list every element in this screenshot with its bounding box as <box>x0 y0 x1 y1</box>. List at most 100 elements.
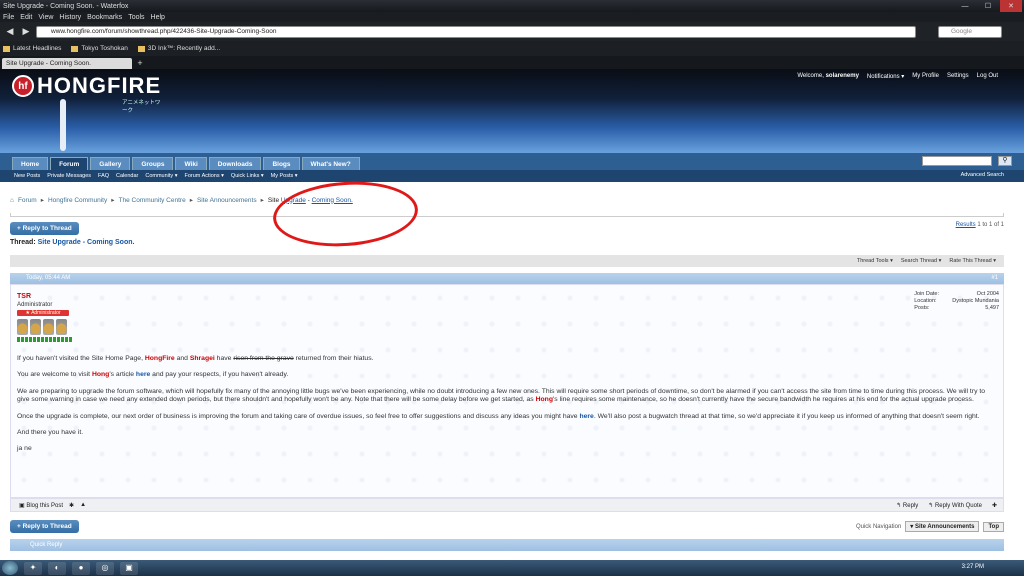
maximize-button[interactable]: ☐ <box>977 0 999 12</box>
suggestions-link[interactable]: here <box>579 413 593 420</box>
post-time: 05:44 AM <box>44 275 71 281</box>
posts-label: Posts: <box>914 305 930 311</box>
tab-whats-new[interactable]: What's New? <box>301 157 360 170</box>
bookmark-latest-headlines[interactable]: Latest Headlines <box>3 45 61 52</box>
tab-blogs[interactable]: Blogs <box>263 157 300 170</box>
menu-edit[interactable]: Edit <box>20 14 32 21</box>
tab-gallery[interactable]: Gallery <box>90 157 131 170</box>
username-link[interactable]: solarenemy <box>826 73 859 79</box>
tab-groups[interactable]: Groups <box>132 157 174 170</box>
subnav-faq[interactable]: FAQ <box>98 173 109 179</box>
breadcrumb-community-centre[interactable]: The Community Centre <box>119 197 186 204</box>
breadcrumb: ⌂ Forum ▸ Hongfire Community ▸ The Communi… <box>10 196 353 205</box>
user-rank-badge: ★ Administrator <box>17 310 69 316</box>
taskbar-app-icon[interactable]: ◎ <box>96 561 114 575</box>
upgrade-link[interactable]: Upgrade <box>281 197 306 204</box>
post-paragraph: If you haven't visited the Site Home Pag… <box>17 355 374 362</box>
breadcrumb-hongfire-community[interactable]: Hongfire Community <box>48 197 107 204</box>
taskbar-app-icon[interactable]: ◐ <box>48 561 66 575</box>
breadcrumb-sep: ▸ <box>260 197 264 204</box>
rate-thread-menu[interactable]: Rate This Thread ▾ <box>949 258 996 264</box>
settings-link[interactable]: Settings <box>947 73 969 80</box>
subnav-calendar[interactable]: Calendar <box>116 173 138 179</box>
tab-home[interactable]: Home <box>12 157 49 170</box>
tab-forum[interactable]: Forum <box>50 157 89 170</box>
search-icon[interactable]: ⚲ <box>998 156 1012 166</box>
quick-nav-select[interactable]: ▾ Site Announcements <box>905 521 980 532</box>
menu-bookmarks[interactable]: Bookmarks <box>87 14 122 21</box>
browser-search-input[interactable]: Google <box>938 25 1002 38</box>
reply-with-quote-button[interactable]: ↰ Reply With Quote <box>928 502 982 509</box>
subnav-new-posts[interactable]: New Posts <box>14 173 40 179</box>
coming-soon-link[interactable]: Coming Soon. <box>312 197 353 204</box>
menu-file[interactable]: File <box>3 14 14 21</box>
taskbar-app-icon[interactable]: ▣ <box>120 561 138 575</box>
taskbar-app-icon[interactable]: ● <box>72 561 90 575</box>
tab-downloads[interactable]: Downloads <box>208 157 262 170</box>
url-bar[interactable]: www.hongfire.com/forum/showthread.php/42… <box>36 25 916 38</box>
user-title: Administrator <box>17 302 53 308</box>
forward-icon[interactable]: ▶ <box>20 26 32 38</box>
home-icon[interactable]: ⌂ <box>10 197 14 204</box>
post-message: If you haven't visited the Site Home Pag… <box>17 355 995 462</box>
subnav-private-messages[interactable]: Private Messages <box>47 173 91 179</box>
reply-to-thread-button[interactable]: + Reply to Thread <box>10 222 79 235</box>
tab-wiki[interactable]: Wiki <box>175 157 207 170</box>
site-logo[interactable]: hf HONGFIRE アニメネットワーク <box>12 73 161 114</box>
blog-this-post-button[interactable]: ▣ Blog this Post <box>19 502 63 509</box>
new-tab-button[interactable]: + <box>134 58 146 69</box>
menu-help[interactable]: Help <box>151 14 165 21</box>
post-number-link[interactable]: #1 <box>991 273 998 284</box>
user-medals <box>17 319 67 335</box>
post-footer: ▣ Blog this Post ✱ ▲ ↰ Reply ↰ Reply Wit… <box>10 498 1004 512</box>
results-link[interactable]: Results <box>956 222 976 228</box>
breadcrumb-sep: ▸ <box>111 197 115 204</box>
thread-title-link[interactable]: Site Upgrade - Coming Soon. <box>38 239 135 246</box>
quick-reply-header[interactable]: Quick Reply <box>10 539 1004 551</box>
subnav-quick-links[interactable]: Quick Links ▾ <box>231 173 264 179</box>
close-button[interactable]: ✕ <box>1000 0 1022 12</box>
multi-quote-icon[interactable]: ✚ <box>992 502 997 509</box>
menu-view[interactable]: View <box>38 14 53 21</box>
breadcrumb-forum[interactable]: Forum <box>18 197 37 204</box>
sub-nav: New Posts Private Messages FAQ Calendar … <box>0 170 1024 182</box>
top-button[interactable]: Top <box>983 521 1004 532</box>
taskbar-clock: 3:27 PM <box>961 564 984 570</box>
location-label: Location: <box>914 298 937 304</box>
notifications-link[interactable]: Notifications ▾ <box>867 73 904 80</box>
site-header: hf HONGFIRE アニメネットワーク Welcome, solarenem… <box>0 69 1024 153</box>
breadcrumb-current: Site Upgrade - Coming Soon. <box>267 196 353 204</box>
minimize-button[interactable]: — <box>954 0 976 12</box>
medal-icon <box>30 319 41 335</box>
browser-tab[interactable]: Site Upgrade - Coming Soon. <box>2 58 132 69</box>
search-thread-menu[interactable]: Search Thread ▾ <box>901 258 942 264</box>
breadcrumb-site-announcements[interactable]: Site Announcements <box>197 197 257 204</box>
site-search-input[interactable] <box>922 156 992 166</box>
back-icon[interactable]: ◀ <box>4 26 16 38</box>
reputation-icon[interactable]: ✱ <box>69 502 74 509</box>
advanced-search-link[interactable]: Advanced Search <box>961 172 1004 178</box>
subnav-my-posts[interactable]: My Posts ▾ <box>271 173 298 179</box>
menu-tools[interactable]: Tools <box>128 14 144 21</box>
reply-button[interactable]: ↰ Reply <box>896 502 918 509</box>
bookmark-tokyo-toshokan[interactable]: Tokyo Toshokan <box>71 45 128 52</box>
bookmark-label: Tokyo Toshokan <box>81 45 128 52</box>
breadcrumb-divider <box>10 213 1004 217</box>
start-button-icon[interactable] <box>2 561 18 575</box>
subnav-forum-actions[interactable]: Forum Actions ▾ <box>184 173 223 179</box>
log-out-link[interactable]: Log Out <box>977 73 998 80</box>
post-username[interactable]: TSR <box>17 293 31 300</box>
reply-to-thread-button-bottom[interactable]: + Reply to Thread <box>10 520 79 533</box>
my-profile-link[interactable]: My Profile <box>912 73 939 80</box>
breadcrumb-sep: ▸ <box>40 197 44 204</box>
logo-icon: hf <box>12 75 34 97</box>
bookmark-3d-ink[interactable]: 3D Ink™: Recently add... <box>137 45 220 52</box>
menu-history[interactable]: History <box>59 14 81 21</box>
report-icon[interactable]: ▲ <box>80 502 86 508</box>
taskbar-app-icon[interactable]: ✦ <box>24 561 42 575</box>
subnav-community[interactable]: Community ▾ <box>145 173 177 179</box>
thread-tools-menu[interactable]: Thread Tools ▾ <box>857 258 893 264</box>
navigation-toolbar: ◀ ▶ www.hongfire.com/forum/showthread.ph… <box>0 22 1024 41</box>
post-date: Today, <box>26 275 44 281</box>
article-link[interactable]: here <box>136 371 150 378</box>
